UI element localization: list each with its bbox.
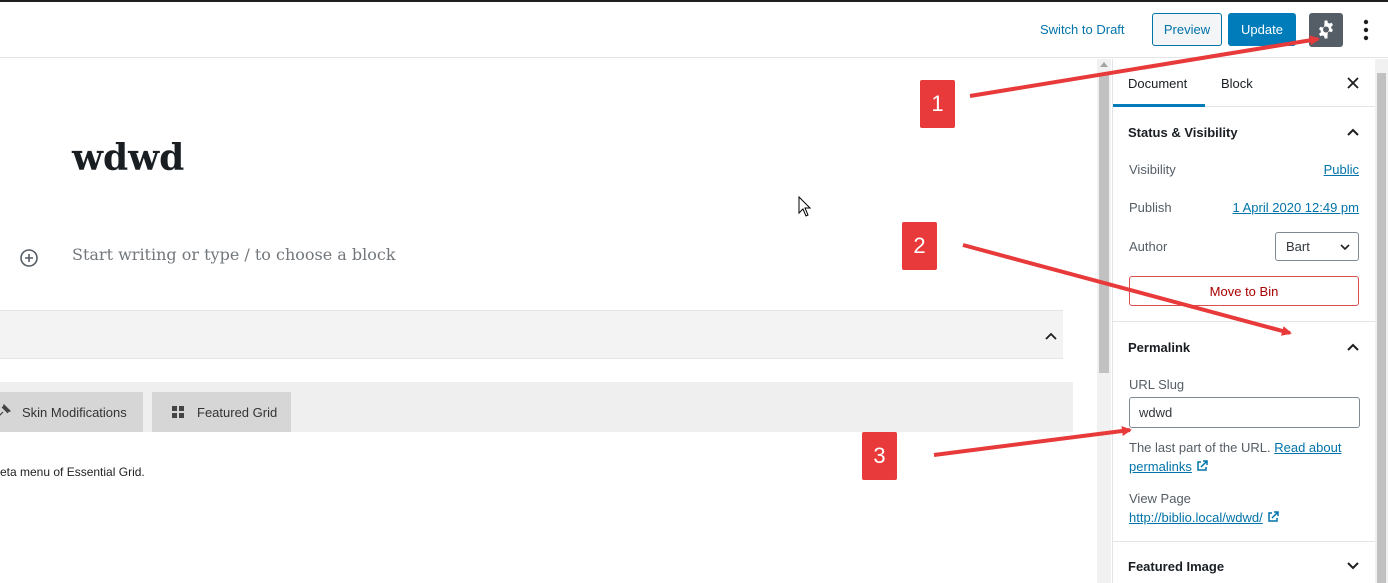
- add-block-icon[interactable]: [19, 248, 39, 268]
- view-page-row: http://biblio.local/wdwd/: [1129, 509, 1279, 527]
- tab-grid-label: Featured Grid: [197, 404, 278, 420]
- author-value: Bart: [1286, 239, 1310, 254]
- essential-grid-tabs: Skin Modifications Featured Grid: [0, 382, 1073, 432]
- sidebar-scroll-thumb[interactable]: [1377, 73, 1386, 583]
- url-slug-input[interactable]: wdwd: [1129, 397, 1360, 428]
- featured-image-title[interactable]: Featured Image: [1128, 559, 1224, 574]
- gear-icon: [1319, 20, 1333, 39]
- switch-to-draft-button[interactable]: Switch to Draft: [1040, 22, 1125, 37]
- external-link-icon: [1197, 460, 1208, 471]
- view-page-label: View Page: [1129, 491, 1191, 506]
- meta-description: eta menu of Essential Grid.: [0, 465, 145, 479]
- sidebar-scrollbar[interactable]: [1375, 59, 1388, 583]
- editor-scroll-thumb[interactable]: [1099, 73, 1109, 373]
- url-slug-label: URL Slug: [1129, 377, 1185, 392]
- author-label: Author: [1129, 239, 1168, 254]
- sidebar-tabs: Document Block: [1113, 59, 1375, 107]
- chevron-up-icon[interactable]: [1044, 329, 1058, 343]
- visibility-label: Visibility: [1129, 162, 1176, 177]
- view-page-link[interactable]: http://biblio.local/wdwd/: [1129, 510, 1263, 525]
- grid-icon: [172, 406, 184, 418]
- preview-button[interactable]: Preview: [1152, 13, 1222, 46]
- author-select[interactable]: Bart: [1275, 232, 1359, 261]
- block-placeholder[interactable]: Start writing or type / to choose a bloc…: [72, 245, 396, 264]
- status-visibility-title[interactable]: Status & Visibility: [1128, 125, 1238, 140]
- active-tab-indicator: [1113, 104, 1205, 107]
- publish-label: Publish: [1129, 200, 1172, 215]
- chevron-up-icon[interactable]: [1346, 125, 1360, 139]
- permalink-title[interactable]: Permalink: [1128, 340, 1190, 355]
- editor-scrollbar[interactable]: [1097, 59, 1111, 583]
- visibility-value-link[interactable]: Public: [1324, 162, 1359, 177]
- update-button[interactable]: Update: [1228, 13, 1296, 46]
- callout-3: 3: [862, 432, 897, 480]
- external-link-icon: [1267, 511, 1279, 522]
- chevron-down-icon[interactable]: [1346, 559, 1360, 573]
- mouse-cursor-icon: [798, 196, 812, 217]
- settings-button[interactable]: [1309, 13, 1343, 47]
- move-to-bin-button[interactable]: Move to Bin: [1129, 276, 1359, 306]
- close-icon[interactable]: [1345, 75, 1361, 91]
- settings-sidebar: Document Block Status & Visibility Visib…: [1112, 59, 1375, 583]
- more-options-button[interactable]: [1352, 14, 1380, 46]
- callout-2: 2: [902, 222, 937, 270]
- publish-date-link[interactable]: 1 April 2020 12:49 pm: [1233, 200, 1359, 215]
- editor-canvas: wdwd Start writing or type / to choose a…: [0, 59, 1097, 583]
- panel-divider: [1113, 541, 1375, 542]
- help-prefix: The last part of the URL.: [1129, 440, 1275, 455]
- meta-box-header[interactable]: [0, 310, 1063, 359]
- post-title[interactable]: wdwd: [72, 137, 184, 179]
- tab-block[interactable]: Block: [1221, 76, 1253, 91]
- editor-header: Switch to Draft Preview Update: [0, 2, 1388, 58]
- tab-skin-modifications[interactable]: Skin Modifications: [0, 392, 143, 432]
- chevron-down-icon: [1340, 244, 1350, 251]
- panel-divider: [1113, 321, 1375, 322]
- vertical-ellipsis-icon: [1363, 19, 1369, 41]
- permalink-help-text: The last part of the URL. Read about per…: [1129, 438, 1364, 476]
- callout-1: 1: [920, 80, 955, 128]
- chevron-up-icon[interactable]: [1346, 340, 1360, 354]
- tab-document[interactable]: Document: [1128, 76, 1187, 91]
- pin-icon: [0, 404, 11, 416]
- scroll-up-arrow[interactable]: [1100, 62, 1108, 67]
- tab-featured-grid[interactable]: Featured Grid: [152, 392, 291, 432]
- tab-skin-label: Skin Modifications: [22, 404, 127, 420]
